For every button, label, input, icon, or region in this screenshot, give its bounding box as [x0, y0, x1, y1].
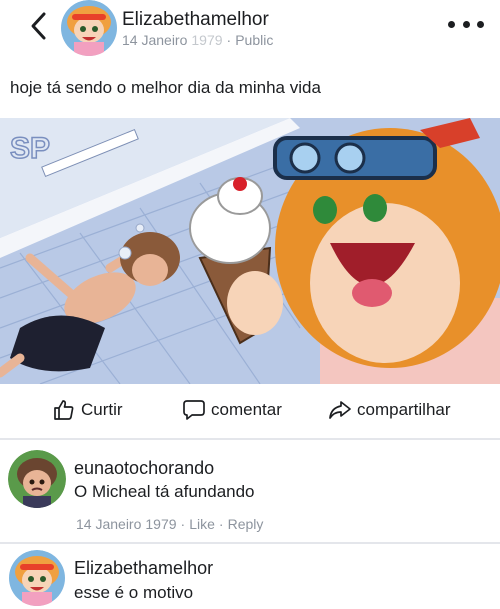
divider	[0, 542, 500, 544]
chevron-left-icon	[31, 12, 46, 40]
more-horizontal-icon	[448, 20, 455, 28]
more-options-button[interactable]	[448, 14, 484, 34]
meta-separator: ·	[226, 32, 232, 48]
divider	[0, 438, 500, 440]
like-button[interactable]: Curtir	[52, 398, 123, 422]
commenter-avatar[interactable]	[8, 450, 66, 508]
post-date: 14 Janeiro	[122, 32, 188, 48]
comment-date: 14 Janeiro	[76, 516, 142, 532]
comment-year: 1979	[145, 516, 177, 532]
comment-button[interactable]: comentar	[182, 398, 282, 422]
comment-meta: 14 Janeiro 1979 · Like · Reply	[76, 516, 263, 532]
comment-author[interactable]: Elizabethamelhor	[74, 558, 213, 579]
meta-separator: ·	[180, 516, 186, 532]
post-text: hoje tá sendo o melhor dia da minha vida	[10, 78, 321, 97]
share-label: compartilhar	[357, 400, 451, 419]
image-watermark: SP	[10, 132, 50, 165]
meta-separator: ·	[218, 516, 224, 532]
comment-label: comentar	[211, 400, 282, 419]
comment-bubble-icon	[183, 400, 205, 420]
comment-text: esse é o motivo	[74, 583, 194, 602]
commenter-avatar[interactable]	[8, 550, 66, 606]
post-meta: 14 Janeiro 1979 · Public	[122, 32, 273, 48]
more-dot	[462, 20, 470, 28]
comment-reply-link[interactable]: Reply	[228, 516, 264, 532]
share-button[interactable]: compartilhar	[328, 398, 451, 422]
post-author-name[interactable]: Elizabethamelhor	[122, 9, 269, 31]
post-privacy: Public	[235, 32, 274, 48]
comment-item: eunaotochorando O Micheal tá afundando 1…	[0, 446, 500, 542]
more-dot	[477, 20, 484, 28]
comment-item: Elizabethamelhor esse é o motivo	[0, 546, 500, 609]
back-button[interactable]	[24, 8, 52, 44]
post-image[interactable]: SP	[0, 118, 500, 384]
thumbs-up-icon	[54, 400, 74, 420]
comment-like-link[interactable]: Like	[189, 516, 215, 532]
comment-author[interactable]: eunaotochorando	[74, 458, 214, 479]
author-avatar[interactable]	[60, 0, 118, 56]
comment-text: O Micheal tá afundando	[74, 482, 255, 501]
post-header: Elizabethamelhor 14 Janeiro 1979 · Publi…	[0, 0, 500, 56]
like-label: Curtir	[81, 400, 123, 419]
post-actions-bar: Curtir comentar compartilhar	[0, 392, 500, 432]
share-arrow-icon	[329, 401, 351, 419]
post-year: 1979	[191, 32, 223, 48]
